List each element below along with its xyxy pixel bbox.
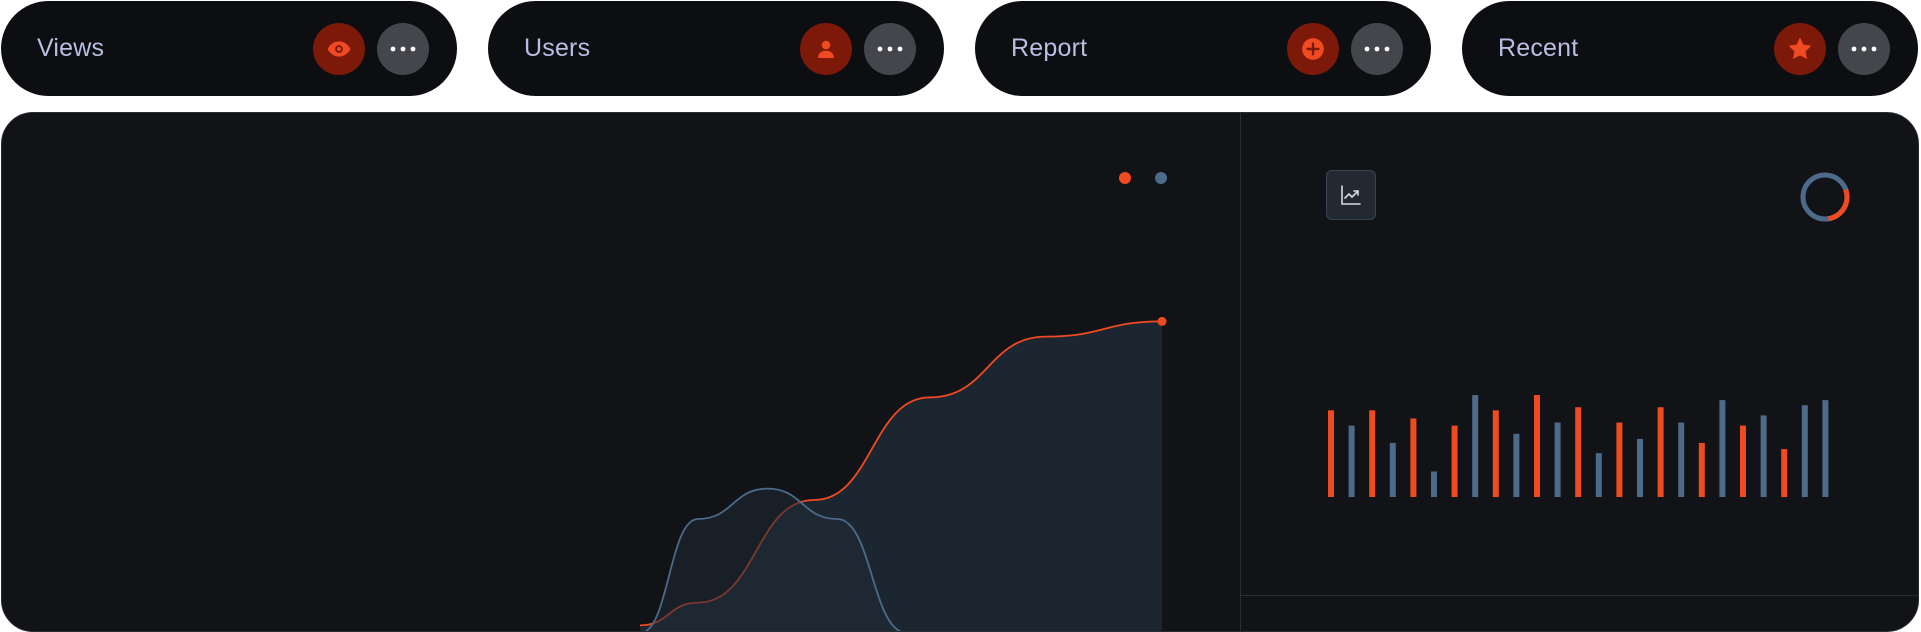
bar-22 — [1781, 449, 1788, 497]
card-label: Users — [524, 34, 591, 62]
series-endpoint — [1157, 316, 1167, 326]
bar-11 — [1554, 422, 1561, 497]
panel-divider-horizontal — [1240, 595, 1918, 596]
plus-circle-icon[interactable] — [1287, 22, 1339, 75]
bar-12 — [1575, 407, 1582, 497]
more-options-icon[interactable] — [1838, 22, 1890, 75]
bar-13 — [1595, 453, 1602, 497]
bar-23 — [1801, 405, 1808, 497]
bar-19 — [1719, 400, 1726, 497]
more-options-icon[interactable] — [864, 22, 916, 75]
bar-14 — [1616, 422, 1623, 497]
bar-4 — [1410, 418, 1417, 497]
card-label: Recent — [1498, 34, 1579, 62]
card-views[interactable]: Views — [1, 1, 457, 96]
bar-21 — [1760, 415, 1767, 497]
card-recent[interactable]: Recent — [1462, 1, 1918, 96]
bar-15 — [1637, 438, 1643, 497]
card-report[interactable]: Report — [975, 1, 1431, 96]
dashboard-panel — [1, 112, 1919, 632]
bar-10 — [1534, 395, 1540, 497]
bar-0 — [1328, 410, 1334, 497]
area-chart — [639, 316, 1167, 631]
card-users[interactable]: Users — [488, 1, 944, 96]
card-label: Report — [1011, 34, 1088, 62]
bar-1 — [1348, 425, 1355, 497]
card-label: Views — [37, 34, 105, 62]
bar-20 — [1740, 425, 1746, 497]
bar-3 — [1389, 442, 1396, 497]
eye-icon[interactable] — [313, 22, 365, 75]
more-options-icon[interactable] — [1351, 22, 1403, 75]
bar-8 — [1492, 410, 1499, 497]
bar-24 — [1822, 400, 1829, 497]
more-options-icon[interactable] — [377, 22, 429, 75]
bar-2 — [1369, 410, 1376, 497]
user-icon[interactable] — [800, 22, 852, 75]
bar-17 — [1678, 422, 1685, 497]
bar-chart — [1328, 395, 1829, 497]
bar-7 — [1472, 395, 1479, 497]
bar-5 — [1431, 471, 1437, 497]
bar-6 — [1451, 425, 1458, 497]
bar-9 — [1513, 433, 1520, 497]
bar-18 — [1698, 442, 1705, 497]
bar-16 — [1657, 407, 1664, 497]
star-icon[interactable] — [1774, 22, 1826, 75]
